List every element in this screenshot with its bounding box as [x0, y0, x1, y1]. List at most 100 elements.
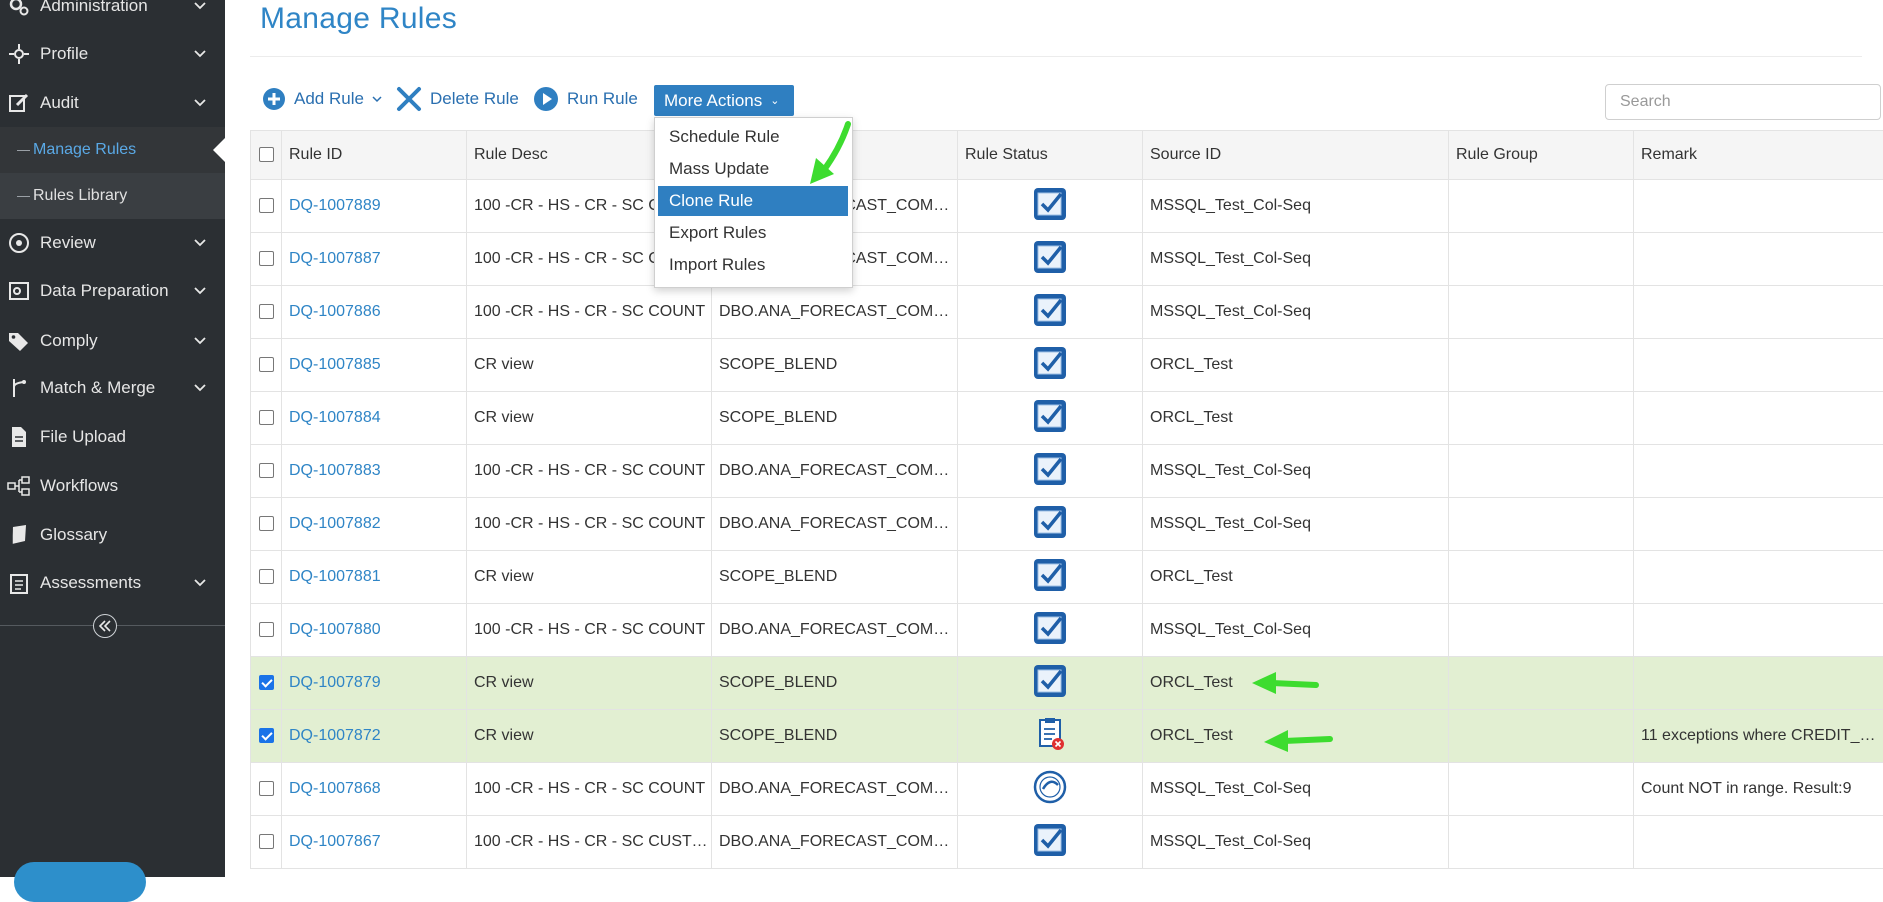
rule-id-link[interactable]: DQ-1007872: [282, 710, 467, 763]
row-checkbox[interactable]: [259, 728, 274, 743]
row-select-cell: [251, 445, 282, 498]
rule-id-link[interactable]: DQ-1007883: [282, 445, 467, 498]
menu-item-export-rules[interactable]: Export Rules: [655, 218, 852, 248]
status-passed-icon[interactable]: [1032, 186, 1068, 227]
row-checkbox[interactable]: [259, 834, 274, 849]
sidebar-bottom-button[interactable]: [14, 862, 146, 902]
table-row[interactable]: DQ-1007887100 -CR - HS - CR - SC COUNTDB…: [251, 233, 1883, 286]
row-checkbox[interactable]: [259, 622, 274, 637]
row-checkbox[interactable]: [259, 198, 274, 213]
table-row[interactable]: DQ-1007889100 -CR - HS - CR - SC COUNTDB…: [251, 180, 1883, 233]
sidebar-item-file-upload[interactable]: File Upload: [0, 417, 225, 457]
status-passed-icon[interactable]: [1032, 345, 1068, 386]
sidebar-item-assessments[interactable]: Assessments: [0, 563, 225, 603]
sidebar: Administration Profile Audit Review Data Pre…: [0, 0, 225, 877]
row-checkbox[interactable]: [259, 781, 274, 796]
collapse-sidebar-button[interactable]: [93, 614, 117, 638]
rule-desc-cell: 100 -CR - HS - CR - SC COUNT: [467, 286, 712, 339]
table-row[interactable]: DQ-1007867100 -CR - HS - CR - SC CUSTOME…: [251, 816, 1883, 869]
table-row[interactable]: DQ-1007880100 -CR - HS - CR - SC COUNTDB…: [251, 604, 1883, 657]
sidebar-item-audit[interactable]: Audit: [0, 83, 225, 123]
rule-id-link[interactable]: DQ-1007887: [282, 233, 467, 286]
delete-rule-button[interactable]: Delete Rule: [396, 84, 519, 114]
col-header-rule-group[interactable]: Rule Group: [1449, 131, 1634, 180]
rule-group-cell: [1449, 392, 1634, 445]
sidebar-subitem-rules-library[interactable]: Rules Library: [0, 173, 225, 219]
chevron-down-icon[interactable]: [189, 92, 211, 114]
rule-id-link[interactable]: DQ-1007880: [282, 604, 467, 657]
rule-id-link[interactable]: DQ-1007867: [282, 816, 467, 869]
sidebar-item-profile[interactable]: Profile: [0, 34, 225, 74]
remark-cell: [1634, 816, 1883, 869]
table-row[interactable]: DQ-1007883100 -CR - HS - CR - SC COUNTDB…: [251, 445, 1883, 498]
chevron-down-icon[interactable]: [189, 232, 211, 254]
rule-id-link[interactable]: DQ-1007885: [282, 339, 467, 392]
status-passed-icon[interactable]: [1032, 504, 1068, 545]
menu-item-clone-rule[interactable]: Clone Rule: [658, 186, 848, 216]
table-row[interactable]: DQ-1007879CR viewSCOPE_BLENDORCL_Test: [251, 657, 1883, 710]
table-row[interactable]: DQ-1007872CR viewSCOPE_BLENDORCL_Test11 …: [251, 710, 1883, 763]
row-checkbox[interactable]: [259, 569, 274, 584]
menu-item-import-rules[interactable]: Import Rules: [655, 250, 852, 280]
status-exceptions-icon[interactable]: [1032, 716, 1068, 757]
compass-icon: [4, 231, 34, 255]
chevron-down-icon[interactable]: [189, 0, 211, 17]
col-header-rule-id[interactable]: Rule ID: [282, 131, 467, 180]
source-id-cell: MSSQL_Test_Col-Seq: [1143, 445, 1449, 498]
status-passed-icon[interactable]: [1032, 239, 1068, 280]
status-passed-icon[interactable]: [1032, 292, 1068, 333]
table-row[interactable]: DQ-1007885CR viewSCOPE_BLENDORCL_Test: [251, 339, 1883, 392]
status-passed-icon[interactable]: [1032, 451, 1068, 492]
sidebar-item-glossary[interactable]: Glossary: [0, 515, 225, 555]
status-passed-icon[interactable]: [1032, 398, 1068, 439]
status-passed-icon[interactable]: [1032, 663, 1068, 704]
sidebar-subitem-label: Rules Library: [33, 187, 127, 205]
more-actions-button[interactable]: More Actions ⌄: [654, 85, 794, 116]
status-failed-icon[interactable]: [1032, 769, 1068, 810]
rule-id-link[interactable]: DQ-1007879: [282, 657, 467, 710]
status-passed-icon[interactable]: [1032, 822, 1068, 863]
run-rule-button[interactable]: Run Rule: [533, 84, 638, 114]
chevron-down-icon[interactable]: [189, 572, 211, 594]
chevron-down-icon[interactable]: [189, 43, 211, 65]
chevron-down-icon[interactable]: [189, 330, 211, 352]
table-row[interactable]: DQ-1007882100 -CR - HS - CR - SC COUNTDB…: [251, 498, 1883, 551]
col-header-rule-status[interactable]: Rule Status: [958, 131, 1143, 180]
sidebar-item-data-preparation[interactable]: Data Preparation: [0, 271, 225, 311]
status-passed-icon[interactable]: [1032, 557, 1068, 598]
rule-id-link[interactable]: DQ-1007868: [282, 763, 467, 816]
select-all-checkbox[interactable]: [259, 147, 274, 162]
sidebar-item-comply[interactable]: Comply: [0, 321, 225, 361]
rule-id-link[interactable]: DQ-1007884: [282, 392, 467, 445]
col-header-source-id[interactable]: Source ID: [1143, 131, 1449, 180]
add-rule-button[interactable]: Add Rule: [262, 84, 384, 114]
status-passed-icon[interactable]: [1032, 610, 1068, 651]
row-checkbox[interactable]: [259, 251, 274, 266]
sidebar-item-review[interactable]: Review: [0, 223, 225, 263]
chevron-down-icon[interactable]: [189, 377, 211, 399]
row-checkbox[interactable]: [259, 675, 274, 690]
row-checkbox[interactable]: [259, 304, 274, 319]
search-input[interactable]: [1605, 84, 1881, 120]
sidebar-item-match-merge[interactable]: Match & Merge: [0, 368, 225, 408]
rule-id-link[interactable]: DQ-1007889: [282, 180, 467, 233]
run-rule-label: Run Rule: [567, 89, 638, 109]
rule-id-link[interactable]: DQ-1007886: [282, 286, 467, 339]
row-checkbox[interactable]: [259, 410, 274, 425]
rule-status-cell: [958, 657, 1143, 710]
table-row[interactable]: DQ-1007884CR viewSCOPE_BLENDORCL_Test: [251, 392, 1883, 445]
row-checkbox[interactable]: [259, 516, 274, 531]
sidebar-item-workflows[interactable]: Workflows: [0, 466, 225, 506]
table-row[interactable]: DQ-1007881CR viewSCOPE_BLENDORCL_Test: [251, 551, 1883, 604]
table-row[interactable]: DQ-1007868100 -CR - HS - CR - SC COUNTDB…: [251, 763, 1883, 816]
rule-id-link[interactable]: DQ-1007882: [282, 498, 467, 551]
row-checkbox[interactable]: [259, 463, 274, 478]
sidebar-item-administration[interactable]: Administration: [0, 0, 225, 26]
table-row[interactable]: DQ-1007886100 -CR - HS - CR - SC COUNTDB…: [251, 286, 1883, 339]
chevron-down-icon[interactable]: [189, 280, 211, 302]
remark-cell: [1634, 657, 1883, 710]
rule-id-link[interactable]: DQ-1007881: [282, 551, 467, 604]
row-checkbox[interactable]: [259, 357, 274, 372]
col-header-remark[interactable]: Remark: [1634, 131, 1883, 180]
sidebar-subitem-manage-rules[interactable]: Manage Rules: [0, 127, 225, 173]
